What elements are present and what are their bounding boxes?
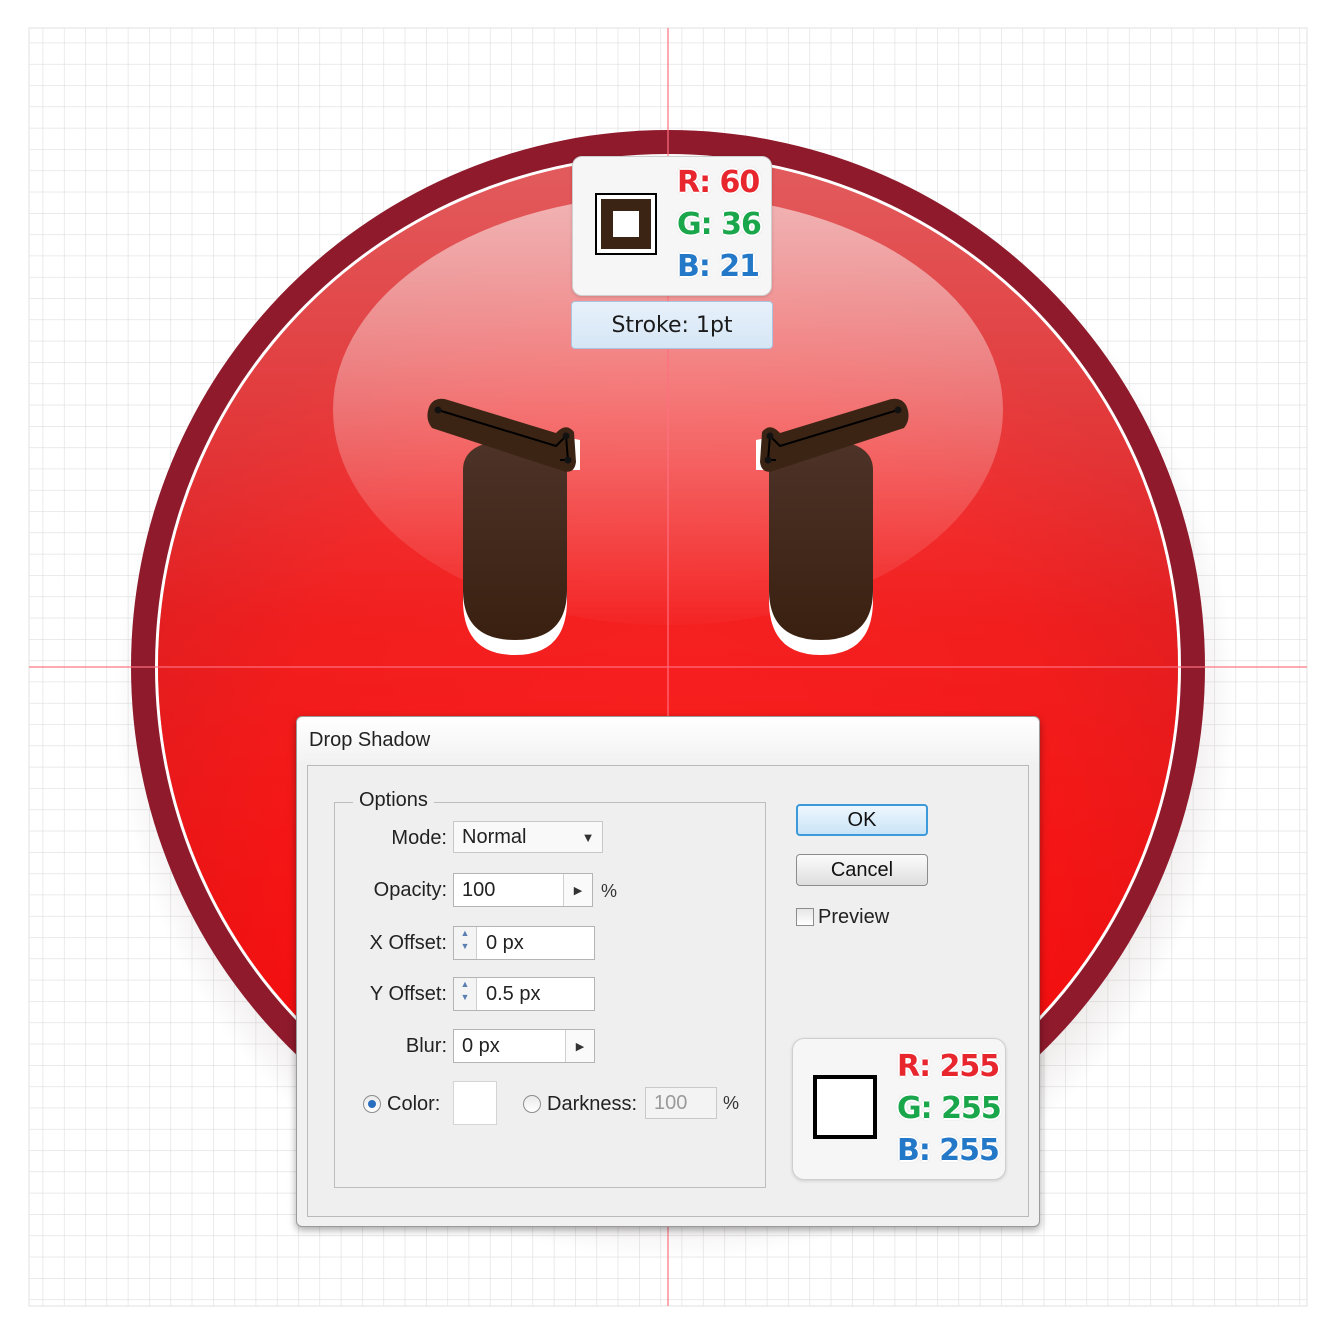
- right-eye-body: [769, 440, 873, 640]
- left-brow-anchor[interactable]: [562, 432, 570, 440]
- mode-select[interactable]: Normal ▼: [453, 821, 603, 853]
- stroke-red-value: R: 60: [677, 165, 760, 200]
- darkness-radio[interactable]: [523, 1095, 541, 1113]
- color-label: Color:: [387, 1093, 441, 1115]
- y-offset-value: 0.5 px: [486, 982, 541, 1005]
- color-radio-selected-dot: [368, 1100, 376, 1108]
- left-eye-body: [463, 440, 567, 640]
- right-brow-anchor[interactable]: [894, 406, 902, 414]
- dialog-titlebar[interactable]: Drop Shadow: [297, 717, 1039, 763]
- dialog-title: Drop Shadow: [309, 729, 431, 751]
- opacity-popup-arrow-icon[interactable]: ▶: [563, 874, 592, 906]
- dialog-content: Options Mode: Normal ▼ Opacity: 100 ▶ % …: [307, 765, 1029, 1217]
- shadow-color-tooltip: R: 255 G: 255 B: 255: [792, 1038, 1006, 1180]
- ok-button[interactable]: OK: [796, 804, 928, 836]
- stroke-color-ring: [601, 199, 651, 249]
- darkness-unit: %: [723, 1093, 740, 1113]
- darkness-value: 100: [654, 1091, 688, 1114]
- stroke-color-tooltip: R: 60 G: 36 B: 21: [572, 156, 772, 296]
- options-group: Options Mode: Normal ▼ Opacity: 100 ▶ % …: [334, 789, 766, 1188]
- darkness-label: Darkness:: [547, 1093, 638, 1115]
- stroke-color-swatch: [595, 193, 657, 255]
- stroke-green-value: G: 36: [677, 207, 762, 242]
- shadow-red-value: R: 255: [897, 1049, 1000, 1084]
- shadow-blue-value: B: 255: [897, 1133, 1000, 1168]
- y-offset-label: Y Offset:: [369, 983, 447, 1005]
- preview-checkbox[interactable]: [796, 908, 814, 926]
- color-radio[interactable]: [363, 1095, 381, 1113]
- stroke-blue-value: B: 21: [677, 249, 760, 284]
- x-offset-label: X Offset:: [369, 932, 447, 954]
- blur-value: 0 px: [462, 1034, 500, 1057]
- ok-button-label: OK: [847, 808, 877, 831]
- drop-shadow-dialog: Drop Shadow Options Mode: Normal ▼ Opaci…: [296, 716, 1040, 1227]
- mode-label: Mode:: [391, 827, 447, 849]
- options-legend: Options: [353, 789, 434, 812]
- stroke-weight-label: Stroke: 1pt: [571, 301, 773, 349]
- opacity-value: 100: [462, 878, 496, 901]
- shadow-color-swatch[interactable]: [453, 1081, 497, 1125]
- opacity-input[interactable]: 100 ▶: [453, 873, 593, 907]
- opacity-unit: %: [601, 881, 618, 901]
- preview-label: Preview: [818, 906, 890, 928]
- shadow-color-preview-swatch: [813, 1075, 877, 1139]
- x-offset-value: 0 px: [486, 931, 524, 954]
- chevron-down-icon[interactable]: ▼: [574, 822, 602, 852]
- left-brow-anchor[interactable]: [564, 456, 572, 464]
- y-offset-input[interactable]: ▲ ▼ 0.5 px: [453, 977, 595, 1011]
- mode-select-value: Normal: [462, 825, 527, 848]
- x-offset-input[interactable]: ▲ ▼ 0 px: [453, 926, 595, 960]
- opacity-label: Opacity:: [373, 879, 447, 901]
- right-brow-anchor[interactable]: [764, 456, 772, 464]
- y-offset-stepper-icon[interactable]: ▲ ▼: [454, 978, 477, 1010]
- right-brow-anchor[interactable]: [766, 432, 774, 440]
- cancel-button[interactable]: Cancel: [796, 854, 928, 886]
- cancel-button-label: Cancel: [830, 858, 894, 881]
- shadow-green-value: G: 255: [897, 1091, 1002, 1126]
- blur-popup-arrow-icon[interactable]: ▶: [565, 1030, 594, 1062]
- left-brow-anchor[interactable]: [434, 406, 442, 414]
- blur-input[interactable]: 0 px ▶: [453, 1029, 595, 1063]
- x-offset-stepper-icon[interactable]: ▲ ▼: [454, 927, 477, 959]
- blur-label: Blur:: [405, 1035, 447, 1057]
- darkness-input[interactable]: 100: [645, 1087, 717, 1119]
